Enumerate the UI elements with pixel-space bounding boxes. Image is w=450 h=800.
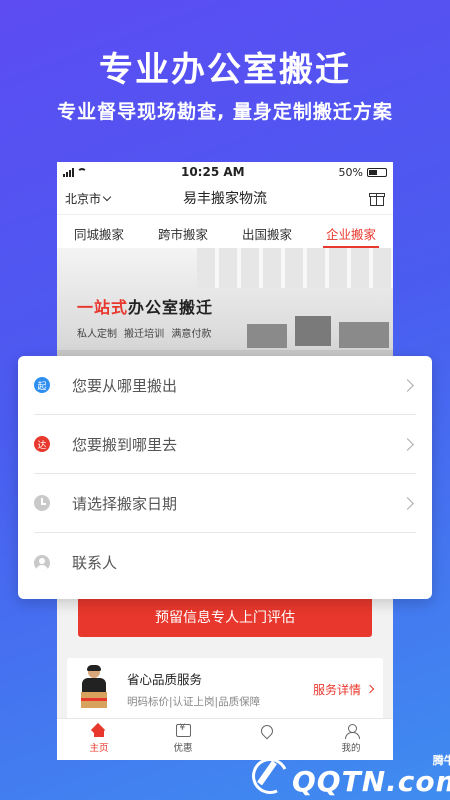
origin-row[interactable]: 起 您要从哪里搬出 — [34, 356, 416, 415]
status-time: 10:25 AM — [180, 165, 245, 179]
banner-subtitle: 私人定制 搬迁培训 满意付款 — [77, 329, 212, 340]
submit-button[interactable]: 预留信息专人上门评估 — [78, 597, 372, 637]
battery-area: 50% — [339, 166, 387, 179]
date-field[interactable]: 请选择搬家日期 — [72, 493, 403, 514]
destination-badge: 达 — [34, 436, 50, 452]
watermark-big: QQTN.com — [292, 765, 450, 798]
service-tabs: 同城搬家 跨市搬家 出国搬家 企业搬家 — [57, 214, 393, 248]
banner-image-ceiling — [197, 248, 393, 288]
signal-icon — [63, 167, 74, 177]
nav-home-label: 主页 — [89, 743, 109, 754]
nav-home[interactable]: 主页 — [57, 719, 141, 760]
service-details-link[interactable]: 服务详情 — [312, 681, 375, 698]
chevron-right-icon — [401, 378, 414, 392]
top-navbar: 北京市 易丰搬家物流 — [57, 182, 393, 214]
banner-title-rest: 办公室搬迁 — [128, 298, 214, 317]
tab-local-moving[interactable]: 同城搬家 — [57, 215, 141, 248]
contact-field[interactable]: 联系人 — [72, 552, 416, 573]
banner-title-highlight: 一站式 — [77, 298, 129, 317]
service-text: 省心品质服务 明码标价|认证上岗|品质保障 — [127, 669, 313, 709]
signal-area — [63, 167, 87, 177]
tab-overseas-moving[interactable]: 出国搬家 — [225, 215, 309, 248]
tab-intercity-moving[interactable]: 跨市搬家 — [141, 215, 225, 248]
nav-coupons-label: 优惠 — [173, 743, 193, 754]
coupon-icon — [175, 723, 191, 737]
banner-image-desks — [247, 304, 393, 354]
promo-subtitle: 专业督导现场勘查, 量身定制搬迁方案 — [57, 101, 393, 123]
office-moving-banner[interactable]: 一站式办公室搬迁 私人定制 搬迁培训 满意付款 — [57, 248, 393, 368]
service-card[interactable]: 省心品质服务 明码标价|认证上岗|品质保障 服务详情 — [67, 658, 383, 720]
location-icon — [258, 722, 276, 740]
status-bar: 10:25 AM 50% — [57, 162, 393, 182]
person-icon — [34, 554, 50, 571]
tab-enterprise-moving[interactable]: 企业搬家 — [309, 215, 393, 248]
chevron-right-icon — [401, 437, 414, 451]
promo-title: 专业办公室搬迁 — [99, 50, 351, 90]
service-title: 省心品质服务 — [127, 672, 203, 687]
contact-row[interactable]: 联系人 — [34, 533, 416, 592]
city-selector[interactable]: 北京市 — [65, 190, 112, 207]
chevron-right-icon — [365, 684, 375, 694]
service-description: 明码标价|认证上岗|品质保障 — [127, 696, 261, 708]
origin-field[interactable]: 您要从哪里搬出 — [72, 375, 403, 396]
nav-coupons[interactable]: 优惠 — [141, 719, 225, 760]
chevron-down-icon — [102, 192, 112, 201]
service-details-label: 服务详情 — [312, 682, 361, 697]
origin-badge: 起 — [34, 377, 50, 393]
site-watermark: 腾牛网 QQTN.com — [248, 752, 450, 796]
banner-text: 一站式办公室搬迁 私人定制 搬迁培训 满意付款 — [77, 294, 213, 340]
battery-percent: 50% — [338, 165, 363, 179]
date-row[interactable]: 请选择搬家日期 — [34, 474, 416, 533]
gift-icon[interactable] — [369, 190, 385, 206]
banner-title: 一站式办公室搬迁 — [77, 294, 213, 318]
battery-icon — [367, 167, 387, 177]
city-label: 北京市 — [65, 191, 102, 206]
mover-illustration — [77, 665, 111, 712]
home-icon — [92, 724, 106, 737]
destination-field[interactable]: 您要搬到哪里去 — [72, 434, 403, 455]
clock-icon — [34, 495, 50, 511]
watermark-logo-icon — [248, 754, 288, 794]
chevron-right-icon — [401, 496, 414, 510]
destination-row[interactable]: 达 您要搬到哪里去 — [34, 415, 416, 474]
watermark-text: 腾牛网 QQTN.com — [292, 752, 450, 796]
wifi-icon — [77, 168, 87, 176]
moving-form-card: 起 您要从哪里搬出 达 您要搬到哪里去 请选择搬家日期 联系人 — [18, 356, 432, 599]
user-icon — [344, 724, 360, 739]
